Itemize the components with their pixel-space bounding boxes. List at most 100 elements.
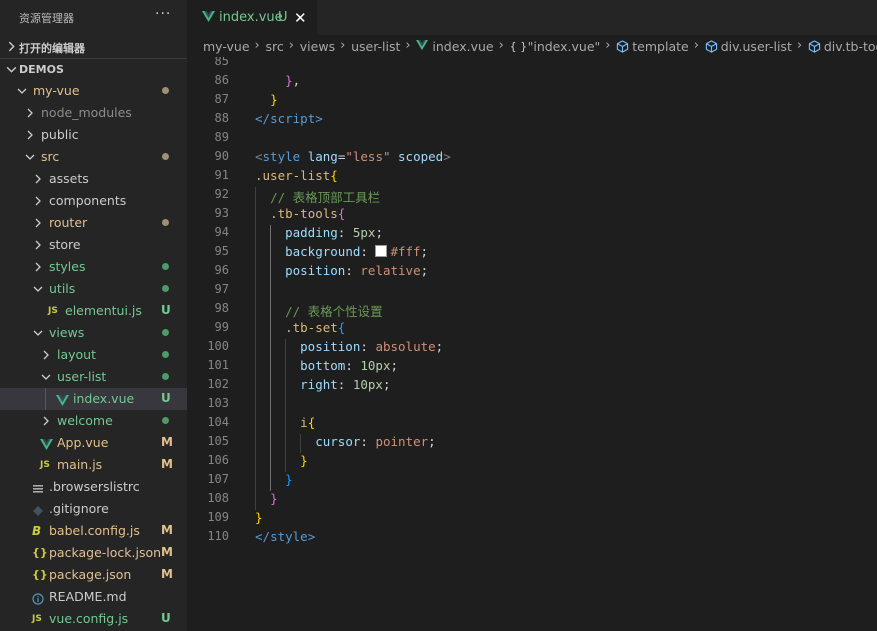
breadcrumb-item[interactable]: div.tb-tools: [824, 39, 877, 54]
breadcrumb-item[interactable]: index.vue: [432, 39, 493, 54]
tree-item-router[interactable]: router: [0, 212, 187, 234]
tree-item-my-vue[interactable]: my-vue: [0, 80, 187, 102]
tree-item-vue-config-js[interactable]: JS vue.config.js U: [0, 608, 187, 630]
vue-icon: [416, 40, 429, 51]
chevron-right-icon: [8, 41, 15, 52]
json-file-icon: {}: [32, 546, 48, 559]
line-number: 95: [214, 244, 229, 258]
breadcrumb-item[interactable]: src: [266, 39, 284, 54]
tree-item-assets[interactable]: assets: [0, 168, 187, 190]
vue-file-icon: [40, 439, 53, 450]
tree-item-components[interactable]: components: [0, 190, 187, 212]
tree-item-label: .gitignore: [49, 501, 109, 516]
code-token: 10px: [360, 358, 391, 373]
tree-item-package-lock-json[interactable]: {} package-lock.json M: [0, 542, 187, 564]
chevron-right-icon: [27, 108, 33, 118]
tree-item-readme-md[interactable]: README.md: [0, 586, 187, 608]
line-number: 97: [214, 282, 229, 296]
git-status-dot: [162, 285, 169, 292]
code-token: ;: [382, 377, 391, 392]
chevron-right-icon: [35, 218, 41, 228]
color-swatch[interactable]: [375, 245, 388, 257]
tree-item-views[interactable]: views: [0, 322, 187, 344]
breadcrumb-item[interactable]: div.user-list: [721, 39, 792, 54]
code-token: }: [270, 92, 278, 107]
tree-item-babel-config-js[interactable]: Bbabel.config.js M: [0, 520, 187, 542]
code-token: position: [300, 339, 361, 354]
chevron-right-icon: [35, 196, 41, 206]
tree-item-styles[interactable]: styles: [0, 256, 187, 278]
tree-item-utils[interactable]: utils: [0, 278, 187, 300]
chevron-right-icon: [27, 130, 33, 140]
breadcrumb-item[interactable]: user-list: [351, 39, 400, 54]
code-line: // 表格个性设置: [255, 301, 383, 320]
code-token: script: [270, 111, 316, 126]
tree-item-app-vue[interactable]: App.vue M: [0, 432, 187, 454]
tree-item-label: public: [41, 127, 79, 142]
tree-item-browserslistrc[interactable]: .browserslistrc: [0, 476, 187, 498]
vue-icon: [202, 11, 215, 22]
javascript-file-icon: JS: [48, 306, 58, 316]
breadcrumb-item[interactable]: views: [300, 39, 335, 54]
chevron-right-icon: [43, 350, 49, 360]
code-token: background: [285, 244, 361, 259]
breadcrumb-item[interactable]: template: [632, 39, 688, 54]
line-number: 107: [207, 472, 229, 486]
tree-item-public[interactable]: public: [0, 124, 187, 146]
workspace-root-section[interactable]: DEMOS: [0, 59, 187, 81]
code-line: }: [255, 472, 293, 487]
code-token: {: [330, 168, 338, 183]
code-token: padding: [285, 225, 338, 240]
code-token: :: [360, 339, 376, 354]
line-number: 102: [207, 377, 229, 391]
tree-item-store[interactable]: store: [0, 234, 187, 256]
breadcrumb: my-vue › src › views › user-list › index.vue › { }…: [187, 35, 877, 57]
code-line: </script>: [255, 111, 323, 126]
tab-index-vue[interactable]: index.vue U ✕: [187, 0, 317, 35]
code-token: <: [255, 149, 263, 164]
line-number: 105: [207, 434, 229, 448]
breadcrumb-separator: ›: [340, 38, 346, 53]
more-actions-icon[interactable]: ···: [155, 6, 171, 22]
code-token: // 表格顶部工具栏: [270, 190, 381, 205]
tree-item-package-json[interactable]: {} package.json M: [0, 564, 187, 586]
code-token: :: [337, 225, 353, 240]
breadcrumb-item[interactable]: my-vue: [203, 39, 250, 54]
code-line: }: [255, 510, 263, 525]
tree-item-label: elementui.js: [65, 303, 142, 318]
code-token: ;: [390, 358, 399, 373]
code-token: >: [315, 111, 323, 126]
line-number: 94: [214, 225, 229, 239]
tree-item-elementui-js[interactable]: JS elementui.js U: [0, 300, 187, 322]
breadcrumb-item[interactable]: "index.vue": [528, 39, 601, 54]
tree-item-welcome[interactable]: welcome: [0, 410, 187, 432]
tree-item-user-list[interactable]: user-list: [0, 366, 187, 388]
tree-item-index-vue[interactable]: index.vue U: [0, 388, 187, 410]
explorer-title: 资源管理器: [19, 12, 74, 25]
breadcrumb-separator: ›: [498, 38, 504, 53]
tree-item-src[interactable]: src: [0, 146, 187, 168]
chevron-right-icon: [35, 240, 41, 250]
tree-item-label: welcome: [57, 413, 113, 428]
tree-item-label: index.vue: [73, 391, 135, 406]
line-number: 96: [214, 263, 229, 277]
indent-guide: [300, 434, 301, 453]
tree-item-gitignore[interactable]: .gitignore: [0, 498, 187, 520]
line-number: 101: [207, 358, 229, 372]
tab-label: index.vue: [219, 10, 283, 25]
close-icon[interactable]: ✕: [294, 9, 307, 27]
open-editors-section[interactable]: 打开的编辑器: [0, 36, 187, 59]
chevron-down-icon: [17, 88, 27, 94]
tree-item-node-modules[interactable]: node_modules: [0, 102, 187, 124]
tree-item-layout[interactable]: layout: [0, 344, 187, 366]
tree-item-label: vue.config.js: [49, 611, 129, 626]
code-token: ;: [420, 263, 429, 278]
tree-item-main-js[interactable]: JS main.js M: [0, 454, 187, 476]
tree-item-label: README.md: [49, 589, 127, 604]
code-editor[interactable]: 85 86 }, 87 } 88 </script> 89 90 <style lang="l…: [187, 57, 877, 631]
code-line: position: absolute;: [255, 339, 443, 354]
code-line: bottom: 10px;: [255, 358, 398, 373]
tree-item-label: my-vue: [33, 83, 80, 98]
